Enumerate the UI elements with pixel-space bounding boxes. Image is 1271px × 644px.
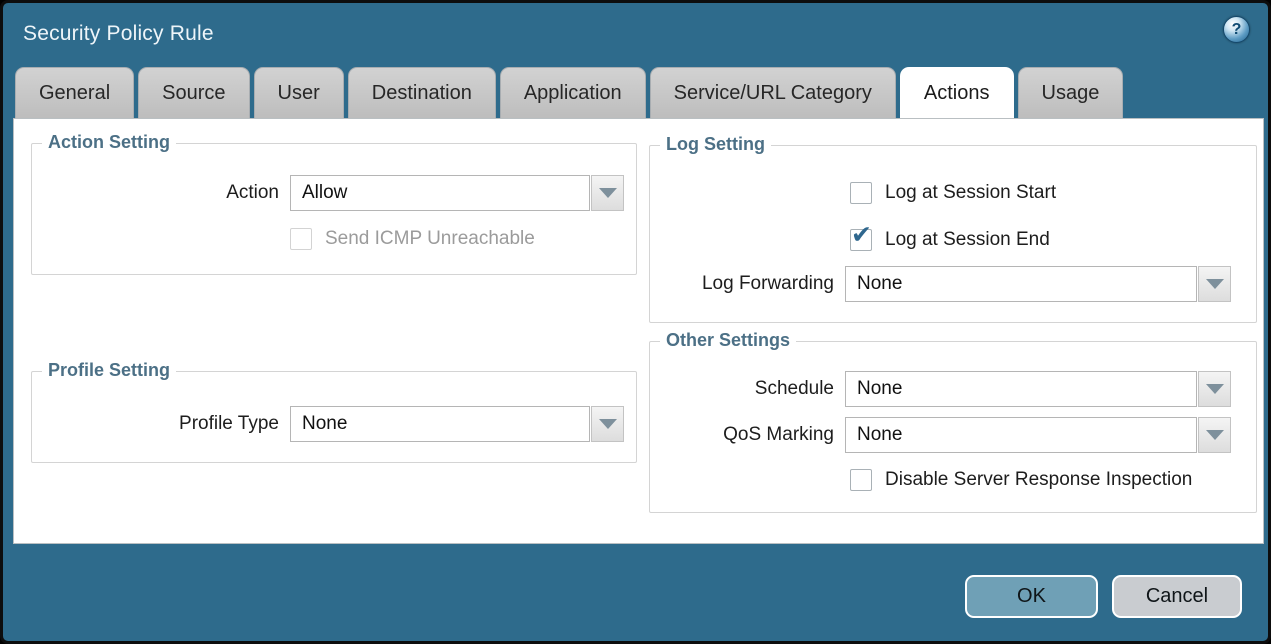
chevron-down-icon[interactable] [591,175,624,211]
log-setting-group: Log Setting ✔ Log at Session Start ✔ Log… [649,145,1257,323]
log-at-session-start-label: Log at Session Start [885,182,1056,204]
chevron-down-icon[interactable] [1198,417,1231,453]
tab-source[interactable]: Source [138,67,249,118]
profile-type-label: Profile Type [32,413,290,435]
log-forwarding-label: Log Forwarding [650,273,845,295]
tab-general[interactable]: General [15,67,134,118]
log-at-session-start-checkbox[interactable]: ✔ [850,182,872,204]
chevron-down-icon[interactable] [1198,266,1231,302]
actions-tab-panel: Action Setting Action Allow ✔ Send ICMP … [13,118,1264,544]
schedule-dropdown-value: None [845,371,1197,407]
tab-usage[interactable]: Usage [1018,67,1124,118]
triangle-glyph [1206,430,1224,440]
profile-type-dropdown-value: None [290,406,590,442]
ok-button[interactable]: OK [965,575,1098,618]
dialog-title: Security Policy Rule [23,22,214,46]
tab-user[interactable]: User [254,67,344,118]
triangle-glyph [599,419,617,429]
help-icon[interactable]: ? [1223,16,1250,43]
schedule-label: Schedule [650,378,845,400]
action-label: Action [32,182,290,204]
qos-marking-dropdown-value: None [845,417,1197,453]
triangle-glyph [1206,279,1224,289]
other-settings-group: Other Settings Schedule None QoS Marking… [649,341,1257,513]
tab-service-url-category[interactable]: Service/URL Category [650,67,896,118]
action-dropdown[interactable]: Allow [290,175,624,211]
tab-bar: General Source User Destination Applicat… [15,67,1123,118]
schedule-dropdown[interactable]: None [845,371,1231,407]
title-bar: Security Policy Rule ? [3,3,1268,67]
triangle-glyph [1206,384,1224,394]
log-forwarding-dropdown-value: None [845,266,1197,302]
profile-setting-group: Profile Setting Profile Type None [31,371,637,463]
qos-marking-dropdown[interactable]: None [845,417,1231,453]
action-dropdown-value: Allow [290,175,590,211]
security-policy-rule-dialog: Security Policy Rule ? General Source Us… [0,0,1271,644]
chevron-down-icon[interactable] [591,406,624,442]
profile-type-dropdown[interactable]: None [290,406,624,442]
help-icon-glyph: ? [1232,21,1242,39]
qos-marking-label: QoS Marking [650,424,845,446]
other-settings-legend: Other Settings [660,330,796,351]
profile-setting-legend: Profile Setting [42,360,176,381]
chevron-down-icon[interactable] [1198,371,1231,407]
tab-application[interactable]: Application [500,67,646,118]
tab-destination[interactable]: Destination [348,67,496,118]
action-setting-group: Action Setting Action Allow ✔ Send ICMP … [31,143,637,275]
log-forwarding-dropdown[interactable]: None [845,266,1231,302]
disable-server-response-inspection-label: Disable Server Response Inspection [885,469,1192,491]
disable-server-response-inspection-checkbox[interactable]: ✔ [850,469,872,491]
send-icmp-unreachable-label: Send ICMP Unreachable [325,228,535,250]
triangle-glyph [599,188,617,198]
log-at-session-end-label: Log at Session End [885,229,1050,251]
log-setting-legend: Log Setting [660,134,771,155]
action-setting-legend: Action Setting [42,132,176,153]
cancel-button[interactable]: Cancel [1112,575,1242,618]
tab-actions[interactable]: Actions [900,67,1014,118]
log-at-session-end-checkbox[interactable]: ✔ [850,229,872,251]
send-icmp-unreachable-checkbox: ✔ [290,228,312,250]
check-icon: ✔ [851,223,872,248]
